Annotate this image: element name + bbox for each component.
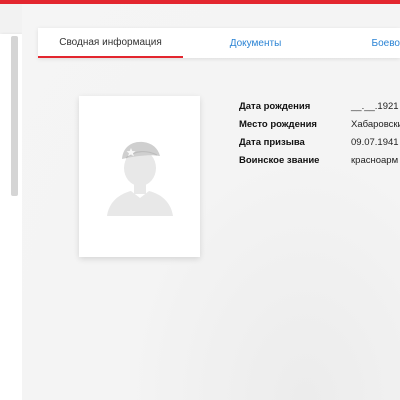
personal-info: Дата рождения __.__.1921 Место рождения … <box>239 97 400 169</box>
birth-date-label: Дата рождения <box>239 100 311 112</box>
info-row-rank: Воинское звание красноарм <box>239 151 400 169</box>
left-sidebar <box>0 34 22 400</box>
tab-summary[interactable]: Сводная информация <box>38 28 183 58</box>
rank-value: красноарм <box>351 154 399 166</box>
tab-combat[interactable]: Боево <box>328 28 400 58</box>
soldier-placeholder-icon <box>107 141 173 216</box>
tab-documents[interactable]: Документы <box>183 28 328 58</box>
tab-bar: Сводная информация Документы Боево <box>38 28 400 58</box>
photo-card <box>79 96 200 257</box>
info-row-birth-place: Место рождения Хабаровски <box>239 115 400 133</box>
sidebar-scrollbar[interactable] <box>11 36 18 196</box>
draft-date-label: Дата призыва <box>239 136 305 148</box>
info-row-draft-date: Дата призыва 09.07.1941 <box>239 133 400 151</box>
rank-label: Воинское звание <box>239 154 320 166</box>
draft-date-value: 09.07.1941 <box>351 136 399 148</box>
birth-place-label: Место рождения <box>239 118 317 130</box>
birth-place-value: Хабаровски <box>351 118 400 130</box>
birth-date-value: __.__.1921 <box>351 100 399 112</box>
info-row-birth-date: Дата рождения __.__.1921 <box>239 97 400 115</box>
